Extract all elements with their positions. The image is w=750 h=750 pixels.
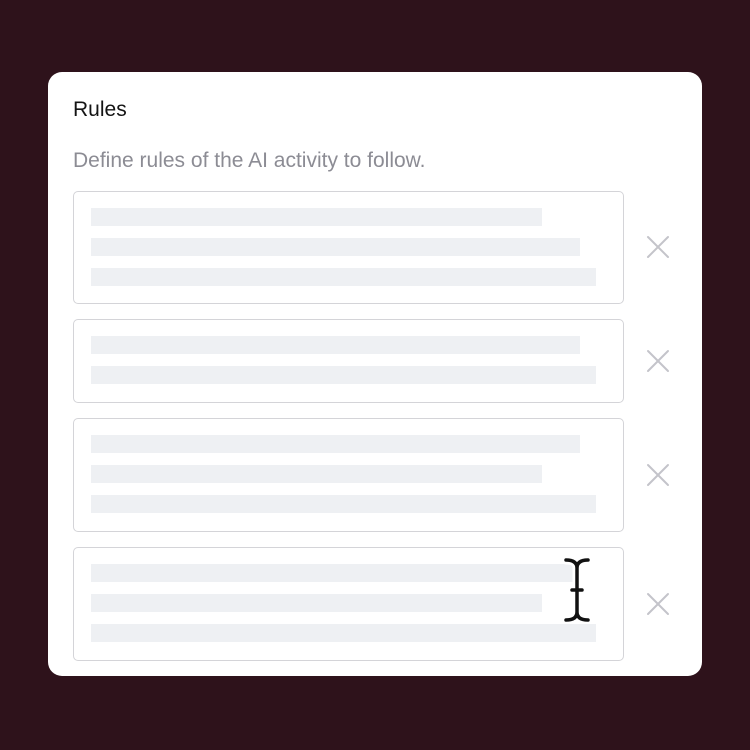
delete-rule-3-button[interactable] xyxy=(646,463,670,487)
placeholder-line xyxy=(91,366,596,384)
rule-input-3[interactable] xyxy=(73,418,624,532)
rules-panel: Rules Define rules of the AI activity to… xyxy=(48,72,702,676)
rule-input-2[interactable] xyxy=(73,319,624,403)
panel-title: Rules xyxy=(73,98,127,121)
placeholder-line xyxy=(91,268,596,286)
text-cursor-icon xyxy=(557,555,597,625)
placeholder-line xyxy=(91,624,596,642)
placeholder-line xyxy=(91,435,580,453)
close-icon xyxy=(647,593,669,615)
delete-rule-2-button[interactable] xyxy=(646,349,670,373)
placeholder-line xyxy=(91,336,580,354)
rule-input-4[interactable] xyxy=(73,547,624,661)
close-icon xyxy=(647,236,669,258)
rule-input-1[interactable] xyxy=(73,191,624,304)
close-icon xyxy=(647,464,669,486)
placeholder-line xyxy=(91,594,542,612)
placeholder-line xyxy=(91,238,580,256)
delete-rule-4-button[interactable] xyxy=(646,592,670,616)
delete-rule-1-button[interactable] xyxy=(646,235,670,259)
close-icon xyxy=(647,350,669,372)
placeholder-line xyxy=(91,208,542,226)
placeholder-line xyxy=(91,465,542,483)
placeholder-line xyxy=(91,564,580,582)
panel-subtitle: Define rules of the AI activity to follo… xyxy=(73,149,426,172)
placeholder-line xyxy=(91,495,596,513)
